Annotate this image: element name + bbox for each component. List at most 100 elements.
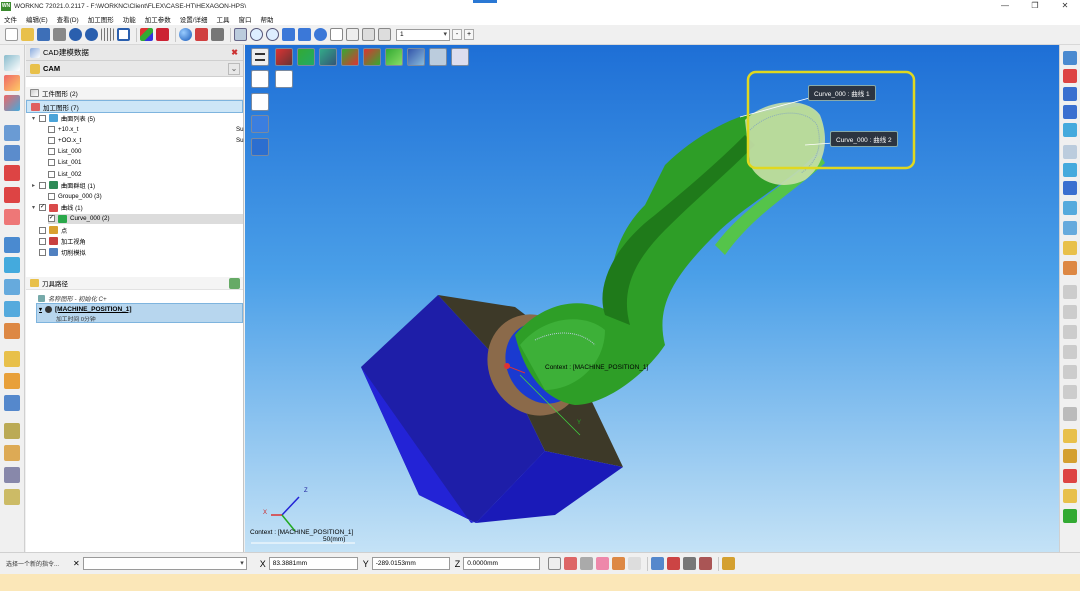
menu-file[interactable]: 文件 xyxy=(4,14,17,24)
right-tool-9-icon[interactable] xyxy=(1063,201,1077,215)
measure-query-icon[interactable] xyxy=(683,557,697,570)
command-input[interactable] xyxy=(82,557,247,570)
view-iso-icon[interactable] xyxy=(330,28,343,41)
right-tool-15-icon[interactable] xyxy=(1063,325,1077,339)
curve-2-label[interactable]: Curve_000 : 曲线 2 xyxy=(830,131,898,147)
redo-icon[interactable] xyxy=(85,28,98,41)
menu-help[interactable]: 帮助 xyxy=(261,14,274,24)
box-icon[interactable] xyxy=(195,28,208,41)
settings-tool-icon[interactable] xyxy=(4,489,20,505)
finishing-tool-icon[interactable] xyxy=(4,145,20,161)
layer-plus-button[interactable]: + xyxy=(464,29,474,40)
right-tool-5-icon[interactable] xyxy=(1063,123,1077,137)
close-button[interactable]: ✕ xyxy=(1050,0,1080,12)
menu-view[interactable]: 查看(D) xyxy=(57,14,79,24)
maximize-button[interactable]: ❐ xyxy=(1020,0,1050,12)
minimize-button[interactable]: — xyxy=(990,0,1020,12)
axes-icon[interactable] xyxy=(140,28,153,41)
right-tool-11-icon[interactable] xyxy=(1063,241,1077,255)
right-tool-23-icon[interactable] xyxy=(1063,489,1077,503)
check-tool-icon[interactable] xyxy=(4,351,20,367)
machine-query-icon[interactable] xyxy=(667,557,681,570)
tree-checkbox[interactable]: ✓ xyxy=(48,215,55,223)
open-folder-icon[interactable] xyxy=(21,28,34,41)
right-tool-20-icon[interactable] xyxy=(1063,429,1077,443)
camera-icon[interactable] xyxy=(211,28,224,41)
menu-edit[interactable]: 编辑(E) xyxy=(26,14,48,24)
right-tool-18-icon[interactable] xyxy=(1063,385,1077,399)
view-wire-icon[interactable] xyxy=(378,28,391,41)
model-view[interactable] xyxy=(245,45,1059,552)
tree-item[interactable]: +OO.x_t Su xyxy=(48,135,244,145)
save-icon[interactable] xyxy=(37,28,50,41)
machine-position-item[interactable]: ▾ [MACHINE_POSITION_1] 加工时间 0分钟 xyxy=(36,303,243,323)
tree-checkbox[interactable] xyxy=(48,125,55,133)
tree-item[interactable]: List_001 xyxy=(48,158,81,168)
view-shade-icon[interactable] xyxy=(362,28,375,41)
rest-tool-icon[interactable] xyxy=(4,165,20,181)
expand-icon[interactable]: ▾ xyxy=(30,204,37,211)
panel-close-icon[interactable]: ✖ xyxy=(231,48,238,57)
z-coordinate[interactable]: 0.0000mm xyxy=(463,557,541,570)
sphere-icon[interactable] xyxy=(179,28,192,41)
menu-functions[interactable]: 功能 xyxy=(123,14,136,24)
simulation-tool-icon[interactable] xyxy=(4,323,20,339)
expand-icon[interactable]: ▾ xyxy=(30,115,37,122)
x-coordinate[interactable]: 83.3881mm xyxy=(268,557,358,570)
tree-checkbox[interactable] xyxy=(48,159,55,167)
snap-point-icon[interactable] xyxy=(564,557,578,570)
right-tool-12-icon[interactable] xyxy=(1063,261,1077,275)
tree-item[interactable]: List_002 xyxy=(48,169,81,179)
tree-item[interactable]: List_000 xyxy=(48,147,81,157)
tree-checkbox[interactable] xyxy=(39,248,46,256)
right-tool-13-icon[interactable] xyxy=(1063,285,1077,299)
table-query-icon[interactable] xyxy=(699,557,713,570)
right-tool-17-icon[interactable] xyxy=(1063,365,1077,379)
right-tool-19-icon[interactable] xyxy=(1063,407,1077,421)
info-query-icon[interactable] xyxy=(651,557,665,570)
export-tool-icon[interactable] xyxy=(4,423,20,439)
roughing-tool-icon[interactable] xyxy=(4,125,20,141)
snap-cursor-icon[interactable] xyxy=(548,557,562,570)
3d-viewport[interactable]: Curve_000 : 曲线 1 Curve_000 : 曲线 2 Contex… xyxy=(245,45,1059,552)
tree-checkbox[interactable] xyxy=(48,192,55,200)
add-toolpath-icon[interactable] xyxy=(229,277,240,289)
snap-normal-icon[interactable] xyxy=(628,557,642,570)
right-tool-6-icon[interactable] xyxy=(1063,145,1077,159)
tree-item[interactable]: ✓ Curve_000 (2) xyxy=(48,213,243,224)
measure-tool-icon[interactable] xyxy=(4,467,20,483)
tree-checkbox[interactable] xyxy=(48,170,55,178)
frame-icon[interactable] xyxy=(117,28,130,41)
right-tool-22-icon[interactable] xyxy=(1063,469,1077,483)
pan-icon[interactable] xyxy=(298,28,311,41)
tree-checkbox[interactable] xyxy=(39,226,46,234)
postprocess-tool-icon[interactable] xyxy=(4,373,20,389)
right-tool-24-icon[interactable] xyxy=(1063,509,1077,523)
clear-command-icon[interactable]: ✕ xyxy=(73,559,80,568)
right-tool-2-icon[interactable] xyxy=(1063,69,1077,83)
snap-center-icon[interactable] xyxy=(612,557,626,570)
y-coordinate[interactable]: -289.0153mm xyxy=(371,557,450,570)
snap-edge-icon[interactable] xyxy=(580,557,594,570)
rotate-icon[interactable] xyxy=(282,28,295,41)
report-tool-icon[interactable] xyxy=(4,395,20,411)
tree-item[interactable]: Groupe_000 (3) xyxy=(48,191,102,201)
curve-1-label[interactable]: Curve_000 : 曲线 1 xyxy=(808,85,876,101)
menu-settings[interactable]: 设置/详细 xyxy=(180,14,208,24)
menu-machining-params[interactable]: 加工参数 xyxy=(145,14,171,24)
tree-checkbox[interactable] xyxy=(39,181,46,189)
surface-tool-icon[interactable] xyxy=(4,55,20,71)
menu-machining-shapes[interactable]: 加工图形 xyxy=(88,14,114,24)
right-tool-16-icon[interactable] xyxy=(1063,345,1077,359)
refresh-icon[interactable] xyxy=(314,28,327,41)
layer-select[interactable]: 1 xyxy=(396,28,450,41)
contour-tool-icon[interactable] xyxy=(4,187,20,203)
right-tool-1-icon[interactable] xyxy=(1063,51,1077,65)
fiveaxis-tool-icon[interactable] xyxy=(4,237,20,253)
grid-icon[interactable] xyxy=(101,28,114,41)
expand-icon[interactable]: ▸ xyxy=(30,182,37,189)
axis-red-icon[interactable] xyxy=(156,28,169,41)
right-tool-14-icon[interactable] xyxy=(1063,305,1077,319)
undo-icon[interactable] xyxy=(69,28,82,41)
right-tool-4-icon[interactable] xyxy=(1063,105,1077,119)
